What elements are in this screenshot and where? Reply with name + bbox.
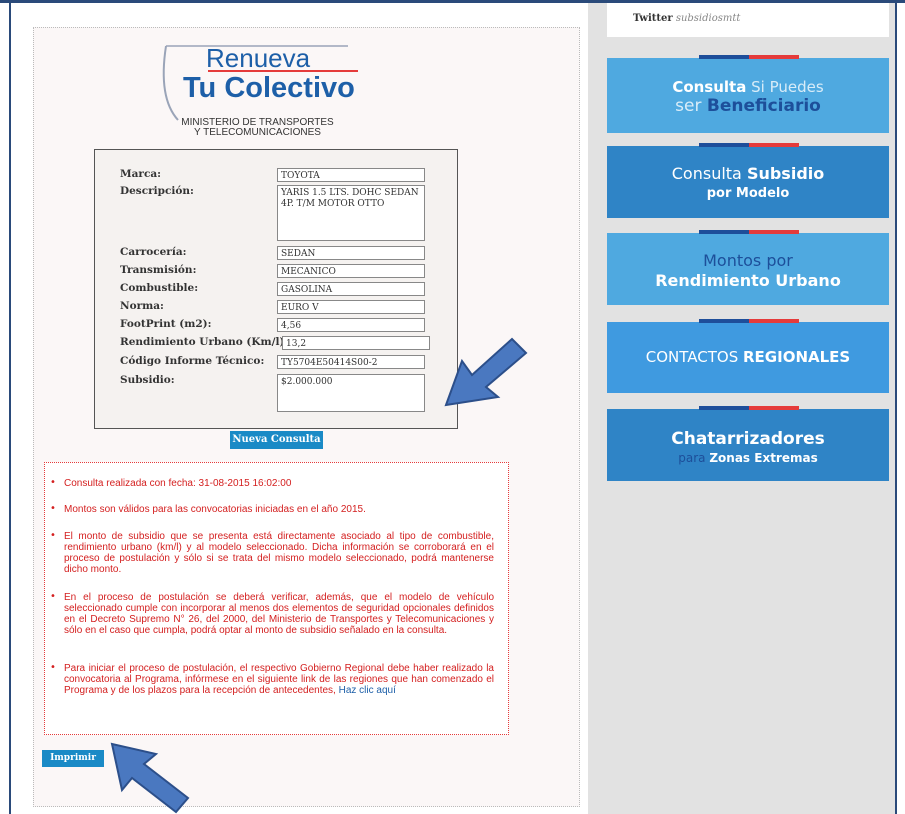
field-marca: TOYOTA	[277, 168, 425, 182]
contactos-regionales-button[interactable]: CONTACTOS REGIONALES	[607, 319, 889, 393]
ministry-name: MINISTERIO DE TRANSPORTES Y TELECOMUNICAC…	[181, 117, 334, 138]
label-rendimiento: Rendimiento Urbano (Km/l):	[120, 336, 289, 348]
flag-stripe	[699, 55, 799, 59]
bullet-icon: •	[50, 503, 56, 514]
twitter-link[interactable]: Twitter subsidiosmtt	[633, 13, 740, 24]
label-marca: Marca:	[120, 168, 162, 180]
bullet-icon: •	[50, 662, 56, 673]
window-right-border	[895, 0, 897, 814]
note-validity: Montos son válidos para las convocatoria…	[64, 504, 366, 515]
note-process: Para iniciar el proceso de postulación, …	[64, 663, 494, 696]
arrow-icon	[110, 742, 190, 814]
label-combustible: Combustible:	[120, 282, 199, 294]
arrow-icon	[444, 337, 528, 407]
new-query-button[interactable]: Nueva Consulta	[230, 431, 323, 449]
note-amount: El monto de subsidio que se presenta est…	[64, 531, 494, 575]
consulta-beneficiario-button[interactable]: Consulta Si Puedes ser Beneficiario	[607, 55, 889, 133]
note-security: En el proceso de postulación se deberá v…	[64, 592, 494, 636]
bullet-icon: •	[50, 477, 56, 488]
label-carroceria: Carrocería:	[120, 246, 187, 258]
label-footprint: FootPrint (m2):	[120, 318, 212, 330]
field-combustible: GASOLINA	[277, 282, 425, 296]
field-carroceria: SEDAN	[277, 246, 425, 260]
field-transmision: MECANICO	[277, 264, 425, 278]
flag-stripe	[699, 230, 799, 234]
label-norma: Norma:	[120, 300, 164, 312]
field-norma: EURO V	[277, 300, 425, 314]
chatarrizadores-button[interactable]: Chatarrizadores para Zonas Extremas	[607, 406, 889, 481]
click-here-link[interactable]: Haz clic aquí	[339, 685, 396, 696]
note-date: Consulta realizada con fecha: 31-08-2015…	[64, 478, 292, 489]
label-transmision: Transmisión:	[120, 264, 197, 276]
flag-stripe	[699, 319, 799, 323]
label-codigo: Código Informe Técnico:	[120, 355, 265, 367]
field-footprint: 4,56	[277, 318, 425, 332]
print-button[interactable]: Imprimir	[42, 750, 104, 767]
field-rendimiento: 13,2	[282, 336, 430, 350]
bullet-icon: •	[50, 591, 56, 602]
logo-tu-colectivo: Tu Colectivo	[183, 72, 355, 104]
field-subsidio: $2.000.000	[277, 374, 425, 412]
label-subsidio: Subsidio:	[120, 374, 175, 386]
flag-stripe	[699, 406, 799, 410]
bullet-icon: •	[50, 530, 56, 541]
twitter-box[interactable]: Twitter subsidiosmtt	[607, 3, 889, 37]
flag-stripe	[699, 143, 799, 147]
montos-rendimiento-button[interactable]: Montos por Rendimiento Urbano	[607, 230, 889, 305]
consulta-subsidio-modelo-button[interactable]: Consulta Subsidio por Modelo	[607, 143, 889, 218]
field-descripcion: YARIS 1.5 LTS. DOHC SEDAN 4P. T/M MOTOR …	[277, 185, 425, 241]
label-descripcion: Descripción:	[120, 185, 194, 197]
window-left-border	[9, 0, 11, 814]
field-codigo: TY5704E50414S00-2	[277, 355, 425, 369]
